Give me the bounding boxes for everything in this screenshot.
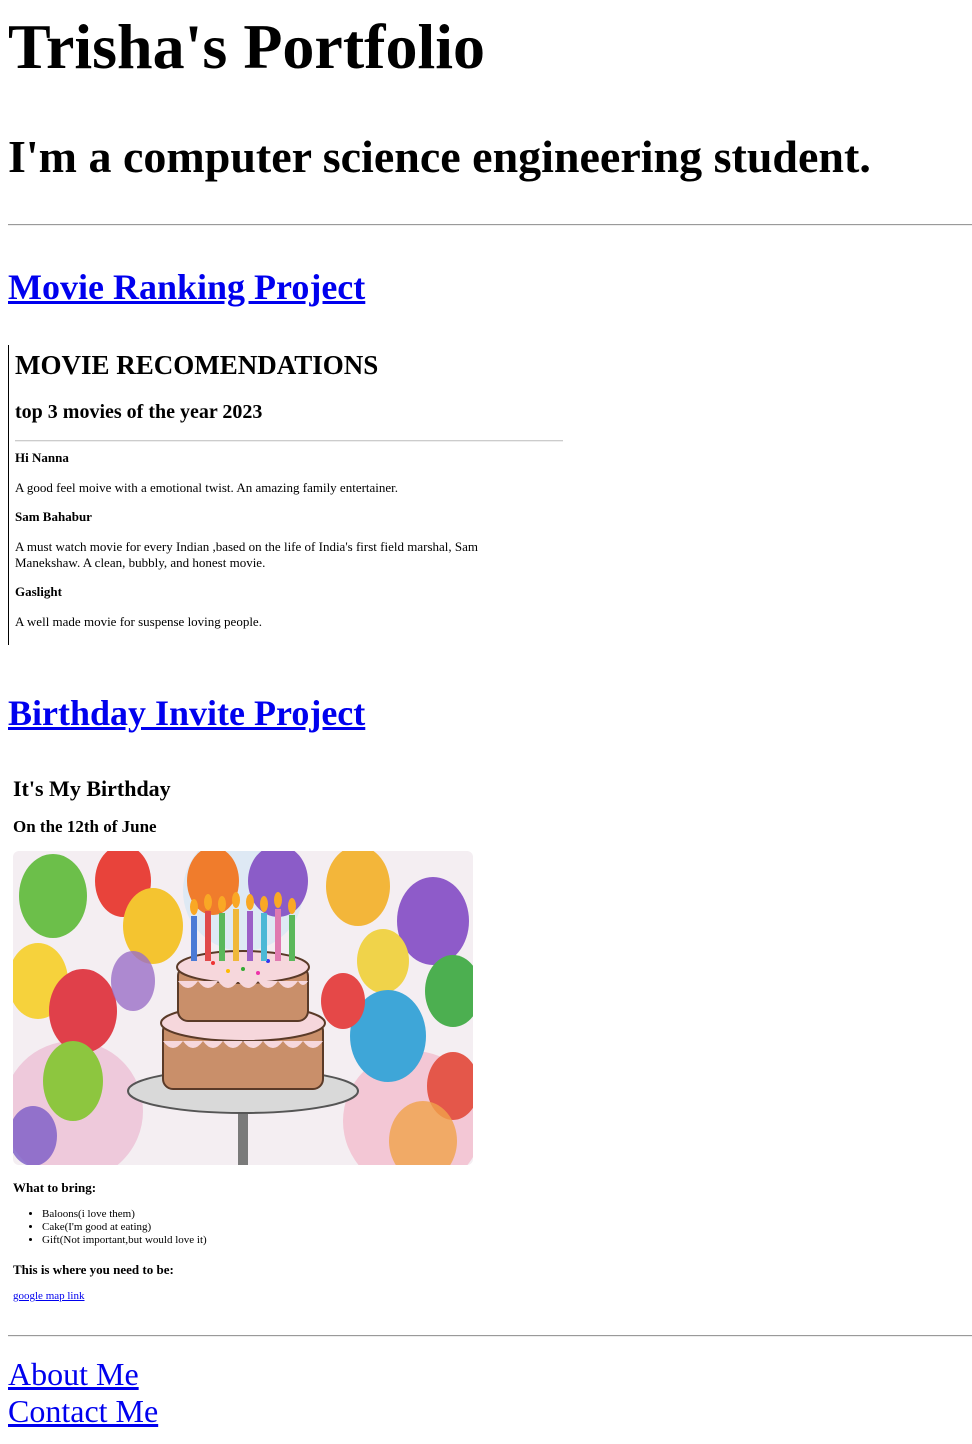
birthday-cake-image — [13, 851, 473, 1165]
movie-project-link[interactable]: Movie Ranking Project — [8, 266, 365, 308]
bring-label: What to bring: — [13, 1180, 97, 1195]
page-subtitle: I'm a computer science engineering stude… — [8, 131, 871, 182]
contact-me-link[interactable]: Contact Me — [8, 1393, 158, 1429]
about-me-link[interactable]: About Me — [8, 1356, 139, 1392]
birthday-date: On the 12th of June — [13, 817, 157, 836]
movie-desc-2: A must watch movie for every Indian ,bas… — [15, 539, 478, 570]
birthday-heading: It's My Birthday — [13, 776, 171, 801]
list-item: Cake(I'm good at eating) — [42, 1221, 207, 1234]
cake-icon — [160, 950, 326, 1090]
page-title: Trisha's Portfolio — [8, 11, 485, 82]
movie-desc-3: A well made movie for suspense loving pe… — [15, 614, 262, 629]
movie-divider — [15, 440, 563, 442]
movie-title-3: Gaslight — [15, 584, 62, 599]
list-item: Baloons(i love them) — [42, 1208, 207, 1221]
movie-title-1: Hi Nanna — [15, 450, 69, 465]
movie-desc-1: A good feel moive with a emotional twist… — [15, 480, 399, 495]
movie-heading: MOVIE RECOMENDATIONS — [15, 350, 379, 380]
divider-bottom — [8, 1335, 972, 1337]
google-map-link[interactable]: google map link — [13, 1290, 85, 1303]
movie-title-2: Sam Bahabur — [15, 509, 92, 524]
where-label: This is where you need to be: — [13, 1262, 174, 1277]
bring-list: Baloons(i love them) Cake(I'm good at ea… — [13, 1208, 207, 1247]
movie-subheading: top 3 movies of the year 2023 — [15, 401, 263, 423]
divider-top — [8, 224, 972, 226]
birthday-project-link[interactable]: Birthday Invite Project — [8, 692, 365, 734]
list-item: Gift(Not important,but would love it) — [42, 1234, 207, 1247]
